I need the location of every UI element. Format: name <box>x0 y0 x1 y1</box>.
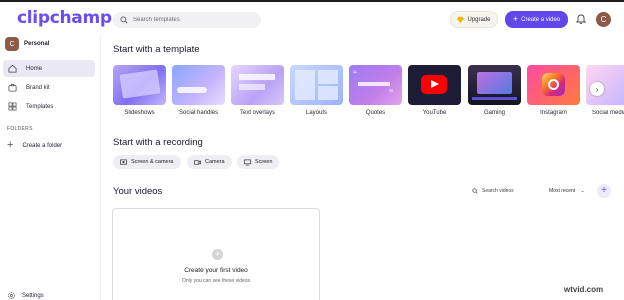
sidebar-item-brand-kit[interactable]: Brand kit <box>3 79 95 96</box>
template-label: Slideshows <box>124 110 155 116</box>
sidebar-item-label: Templates <box>26 103 54 110</box>
record-screen-button[interactable]: Screen <box>237 155 280 169</box>
empty-state-subtitle: Only you can see these videos <box>181 278 251 284</box>
home-icon <box>8 64 17 73</box>
template-card-social-handles[interactable] <box>172 65 225 105</box>
recording-option-label: Screen & camera <box>131 159 174 165</box>
video-search[interactable]: Search videos <box>472 188 514 194</box>
sidebar: C Personal Home Brand kit Templates FOLD… <box>0 35 100 300</box>
clipchamp-logo[interactable]: clipchamp <box>17 8 112 28</box>
folders-heading: FOLDERS <box>7 126 33 132</box>
plus-icon: + <box>601 185 607 196</box>
empty-state-title: Create your first video <box>184 267 248 274</box>
settings-button[interactable]: Settings <box>7 291 44 300</box>
template-label: YouTube <box>422 110 447 116</box>
videos-heading: Your videos <box>113 186 163 197</box>
sidebar-divider <box>100 35 101 300</box>
bell-icon[interactable] <box>575 13 587 25</box>
template-card-gaming[interactable] <box>468 65 521 105</box>
sidebar-item-label: Brand kit <box>26 84 50 91</box>
recording-heading: Start with a recording <box>113 137 203 148</box>
search-icon <box>472 188 478 194</box>
search-icon <box>120 16 128 24</box>
template-card-quotes[interactable]: “ ” <box>349 65 402 105</box>
plus-icon: + <box>212 249 223 260</box>
chevron-right-icon: › <box>595 84 599 94</box>
template-card-layouts[interactable] <box>290 65 343 105</box>
sort-label: Most recent <box>549 188 576 194</box>
workspace-avatar: C <box>5 37 19 51</box>
record-camera-button[interactable]: Camera <box>187 155 232 169</box>
template-label: Social handles <box>178 110 219 116</box>
template-label: Layouts <box>305 110 327 116</box>
template-card-slideshows[interactable] <box>113 65 166 105</box>
sidebar-item-home[interactable]: Home <box>3 60 95 77</box>
template-card-text-overlays[interactable] <box>231 65 284 105</box>
brand-kit-icon <box>8 83 17 92</box>
workspace-switcher[interactable]: C Personal <box>5 37 49 51</box>
settings-label: Settings <box>22 292 44 299</box>
recording-option-label: Camera <box>205 159 225 165</box>
templates-heading: Start with a template <box>113 44 200 55</box>
create-first-video-card[interactable]: + Create your first video Only you can s… <box>112 208 320 300</box>
upgrade-label: Upgrade <box>467 16 491 23</box>
plus-icon: + <box>512 14 519 24</box>
recording-option-label: Screen <box>255 159 273 165</box>
create-video-label: Create a video <box>521 16 561 23</box>
template-label: Quotes <box>365 110 386 116</box>
carousel-next-button[interactable]: › <box>590 82 604 96</box>
create-video-button[interactable]: + Create a video <box>505 11 568 28</box>
template-card-youtube[interactable] <box>408 65 461 105</box>
chevron-down-icon: ⌄ <box>580 188 585 194</box>
gear-icon <box>8 292 15 299</box>
camera-icon <box>194 159 201 165</box>
user-avatar[interactable]: C <box>596 12 611 27</box>
watermark: wtvid.com <box>564 285 604 294</box>
template-search[interactable] <box>113 12 261 28</box>
template-card-instagram[interactable] <box>527 65 580 105</box>
template-label: Social media <box>592 110 624 116</box>
template-label: Instagram <box>540 110 567 116</box>
top-bar: clipchamp Upgrade + Create a video C <box>0 0 624 35</box>
gem-icon <box>457 16 465 23</box>
search-input[interactable] <box>133 17 253 23</box>
template-label: Gaming <box>483 110 505 116</box>
templates-icon <box>8 102 17 111</box>
sort-dropdown[interactable]: Most recent ⌄ <box>549 188 585 194</box>
sidebar-item-label: Home <box>26 65 43 72</box>
record-screen-camera-button[interactable]: Screen & camera <box>113 155 181 169</box>
create-folder-button[interactable]: + Create a folder <box>7 140 62 151</box>
upgrade-button[interactable]: Upgrade <box>450 11 498 28</box>
sidebar-item-templates[interactable]: Templates <box>3 98 95 115</box>
plus-icon: + <box>7 139 14 151</box>
workspace-name: Personal <box>24 41 50 47</box>
template-label: Text overlays <box>239 110 275 116</box>
add-video-button[interactable]: + <box>597 184 611 198</box>
screen-camera-icon <box>120 159 127 165</box>
create-folder-label: Create a folder <box>22 142 63 149</box>
screen-icon <box>244 159 251 165</box>
video-search-placeholder: Search videos <box>482 188 514 194</box>
